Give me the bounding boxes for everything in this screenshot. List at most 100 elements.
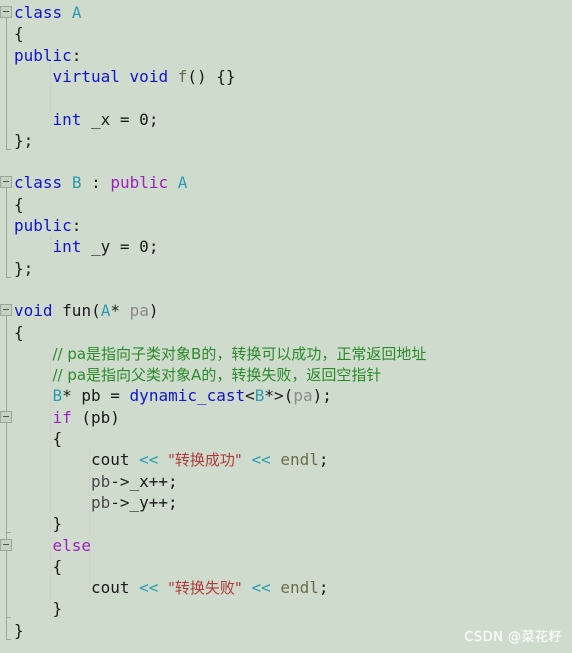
- code-line[interactable]: else: [52, 535, 91, 556]
- code-token: * pb =: [62, 386, 130, 406]
- code-line[interactable]: cout << "转换成功" << endl;: [91, 449, 329, 470]
- code-line[interactable]: {: [14, 322, 24, 343]
- code-token: *: [110, 301, 130, 321]
- code-token: cout: [90, 578, 130, 598]
- code-line[interactable]: void fun(A* pa): [14, 300, 159, 321]
- code-line[interactable]: {: [14, 23, 24, 44]
- code-line[interactable]: // pa是指向父类对象A的，转换失败，返回空指针: [52, 364, 381, 385]
- code-line[interactable]: {: [52, 556, 62, 577]
- code-token: void: [129, 66, 169, 86]
- code-line[interactable]: pb->_x++;: [91, 471, 178, 492]
- code-line[interactable]: virtual void f() {}: [52, 66, 235, 87]
- code-token: dynamic_cast: [129, 386, 246, 406]
- code-token: 0: [139, 109, 149, 129]
- code-token: void: [14, 301, 53, 321]
- code-token: // pa是指向父类对象A的，转换失败，返回空指针: [52, 366, 382, 385]
- code-token: pa: [129, 301, 149, 321]
- watermark: CSDN @菜花籽: [464, 630, 562, 645]
- code-line[interactable]: if (pb): [52, 407, 119, 428]
- code-line[interactable]: B* pb = dynamic_cast<B*>(pa);: [52, 385, 331, 406]
- code-token: if: [52, 407, 72, 427]
- code-token: f: [177, 66, 188, 86]
- code-token: :: [71, 45, 82, 65]
- code-line[interactable]: int _x = 0;: [52, 109, 158, 130]
- code-line[interactable]: };: [14, 258, 33, 279]
- code-token: {: [14, 194, 24, 214]
- fold-toggle-minus-icon[interactable]: [0, 6, 12, 18]
- code-token: fun: [62, 301, 92, 321]
- code-token: ;: [318, 578, 329, 598]
- code-token: A: [100, 301, 111, 321]
- fold-toggle-minus-icon[interactable]: [0, 304, 12, 317]
- code-line[interactable]: cout << "转换失败" << endl;: [91, 577, 329, 598]
- code-token: int: [52, 237, 82, 257]
- code-token: () {}: [187, 66, 236, 86]
- code-token: ;: [148, 237, 159, 257]
- code-token: <: [245, 386, 255, 406]
- code-line[interactable]: public:: [14, 45, 81, 66]
- code-token: public: [14, 216, 72, 235]
- fold-region-line: [6, 13, 11, 150]
- code-token: _x =: [81, 109, 140, 129]
- code-token: (pb): [71, 407, 120, 427]
- code-token: {: [52, 556, 63, 576]
- code-token: };: [14, 130, 34, 150]
- code-token: (: [91, 301, 101, 321]
- code-editor[interactable]: class A{public: virtual void f() {} int _x…: [0, 0, 572, 653]
- fold-toggle-minus-icon[interactable]: [0, 538, 12, 551]
- code-token: A: [71, 3, 82, 22]
- code-line[interactable]: class A: [14, 2, 81, 23]
- code-token: ->_y++;: [110, 492, 178, 512]
- folding-margin[interactable]: [0, 0, 14, 653]
- fold-region-line: [6, 183, 11, 278]
- code-token: );: [312, 386, 332, 406]
- code-token: {: [14, 322, 24, 342]
- code-line[interactable]: // pa是指向子类对象B的，转换可以成功，正常返回地址: [52, 343, 426, 364]
- code-line[interactable]: {: [52, 428, 62, 449]
- code-line[interactable]: int _y = 0;: [52, 236, 158, 257]
- code-token: <<: [251, 450, 271, 470]
- code-token: endl: [280, 578, 319, 598]
- code-token: ->_x++;: [110, 471, 178, 491]
- code-line[interactable]: }: [14, 620, 24, 641]
- code-token: }: [52, 514, 63, 534]
- code-token: ): [148, 301, 159, 321]
- code-token: B: [254, 386, 265, 406]
- code-token: pb: [90, 471, 111, 491]
- code-token: class: [14, 173, 63, 193]
- code-token: ;: [148, 109, 159, 129]
- code-token: public: [14, 45, 72, 65]
- code-line[interactable]: }: [52, 513, 62, 534]
- code-area[interactable]: class A{public: virtual void f() {} int _x…: [14, 0, 572, 653]
- code-line[interactable]: };: [14, 130, 33, 151]
- code-token: :: [81, 173, 111, 193]
- code-token: B: [71, 173, 82, 193]
- code-token: else: [52, 535, 91, 555]
- code-line[interactable]: {: [14, 194, 24, 215]
- code-token: <<: [251, 578, 271, 598]
- code-token: ;: [318, 450, 329, 470]
- fold-toggle-minus-icon[interactable]: [0, 410, 12, 423]
- code-line[interactable]: }: [52, 598, 62, 619]
- code-token: int: [52, 109, 82, 129]
- code-token: *>(: [264, 386, 294, 406]
- code-token: :: [71, 216, 82, 235]
- code-line[interactable]: class B : public A: [14, 172, 187, 193]
- fold-region-line: [6, 417, 11, 534]
- code-token: B: [52, 386, 63, 406]
- code-token: {: [14, 24, 24, 44]
- code-token: cout: [90, 450, 130, 470]
- code-token: class: [14, 3, 63, 22]
- code-line[interactable]: public:: [14, 215, 81, 236]
- code-token: }: [14, 620, 24, 640]
- code-line[interactable]: pb->_y++;: [91, 492, 178, 513]
- code-token: virtual: [52, 66, 120, 86]
- code-token: };: [14, 258, 34, 278]
- fold-toggle-minus-icon[interactable]: [0, 176, 12, 189]
